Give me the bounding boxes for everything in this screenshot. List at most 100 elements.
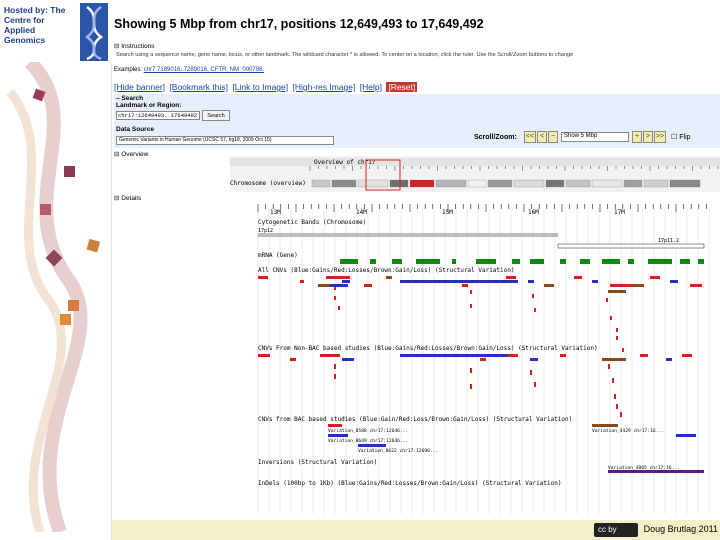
examples-links[interactable]: chr7:7189016..7289016, CFTR, NM_000798.	[144, 67, 264, 73]
cnv-feature	[574, 276, 582, 279]
tcag-logo[interactable]: Hosted by: The Centre for Applied Genomi…	[0, 0, 112, 62]
landmark-label: Landmark or Region:	[116, 102, 182, 109]
cytoband-17p11-2[interactable]	[557, 243, 705, 249]
nonbac-small-feature	[620, 412, 622, 417]
scroll-zoom-label: Scroll/Zoom:	[474, 134, 517, 141]
overview-band	[545, 179, 565, 188]
instructions-text: Search using a sequence name, gene name,…	[116, 52, 574, 58]
overview-band	[357, 179, 389, 188]
cytoband-17p12[interactable]	[258, 233, 558, 237]
bac-feature-1[interactable]	[328, 424, 342, 427]
cnv-small-feature	[338, 306, 340, 310]
all-cnvs-features[interactable]	[258, 276, 702, 352]
nonbac-feature	[342, 358, 354, 361]
ruler-label: 15M	[442, 209, 453, 216]
gene-feature	[392, 259, 402, 264]
cnv-small-feature	[622, 348, 624, 352]
details-panel[interactable]: 13M 14M 15M 16M 17M Cytogenetic Bands (Chrom…	[230, 198, 720, 518]
cnv-feature	[326, 276, 350, 279]
data-source-label: Data Source	[116, 126, 154, 133]
data-source-select[interactable]: Genomic Variants in Human Genome (UCSC 5…	[116, 136, 334, 145]
nonbac-feature	[290, 358, 296, 361]
nonbac-small-feature	[334, 374, 336, 379]
flip-checkbox[interactable]: ☐ Flip	[671, 133, 691, 141]
overview-band	[669, 179, 701, 188]
overview-band	[513, 179, 545, 188]
scroll-left-far-button[interactable]: <<	[524, 131, 536, 143]
cnv-feature	[400, 280, 518, 283]
instructions-toggle[interactable]: ⊟ Instructions	[114, 42, 155, 50]
scroll-right-button[interactable]: >	[643, 131, 653, 143]
link-bar: [Hide banner] [Bookmark this] [Link to I…	[114, 82, 419, 92]
details-toggle[interactable]: ⊟ Details	[114, 194, 141, 202]
gene-feature	[602, 259, 620, 264]
bac-feature-3[interactable]	[358, 444, 386, 447]
cnv-feature	[608, 290, 626, 293]
search-panel: – Search Landmark or Region: chr17:12649…	[114, 94, 720, 148]
overview-band	[435, 179, 467, 188]
gene-feature	[560, 259, 566, 264]
gene-feature	[416, 259, 440, 264]
region-input[interactable]: chr17:12649493..17649492	[116, 111, 200, 120]
cnv-feature	[330, 284, 348, 287]
gene-feature	[648, 259, 672, 264]
overview-band	[389, 179, 409, 188]
sidebar: Hosted by: The Centre for Applied Genomi…	[0, 0, 112, 540]
search-button[interactable]: Search	[202, 110, 230, 121]
cnv-feature	[258, 276, 268, 279]
bac-feature-2[interactable]	[328, 434, 348, 437]
scroll-right-far-button[interactable]: >>	[654, 131, 666, 143]
nonbac-small-feature	[530, 370, 532, 375]
bac-feature-5[interactable]	[676, 434, 696, 437]
hosted-by-text: Hosted by: The Centre for Applied Genomi…	[4, 5, 66, 45]
cnv-feature	[528, 280, 534, 283]
overview-band	[487, 179, 513, 188]
zoom-select[interactable]: Show 5 Mbp	[561, 132, 629, 142]
zoom-out-button[interactable]: −	[548, 131, 558, 143]
overview-toggle[interactable]: ⊟ Overview	[114, 150, 148, 158]
examples-line: Examples: chr7:7189016..7289016, CFTR, N…	[114, 67, 264, 73]
help-link[interactable]: [Help]	[360, 82, 382, 92]
indels-track-label: InDels (100bp to 1Kb) (Blue:Gains/Red:Lo…	[258, 480, 561, 487]
cnv-feature	[690, 284, 702, 287]
nonbac-feature	[666, 358, 672, 361]
nonbac-small-feature	[534, 382, 536, 387]
details-ruler[interactable]: 13M 14M 15M 16M 17M	[257, 204, 707, 216]
link-to-image-link[interactable]: [Link to Image]	[232, 82, 288, 92]
cnv-small-feature	[616, 328, 618, 332]
nonbac-cnv-features[interactable]	[258, 354, 692, 417]
cnv-small-feature	[616, 336, 618, 340]
overview-band	[331, 179, 357, 188]
bac-feature-4[interactable]	[592, 424, 618, 427]
cnv-feature	[318, 284, 332, 287]
hide-banner-link[interactable]: [Hide banner]	[114, 82, 165, 92]
reset-link[interactable]: [Reset]	[386, 82, 418, 92]
scroll-left-button[interactable]: <	[537, 131, 547, 143]
zoom-in-button[interactable]: +	[632, 131, 642, 143]
overview-band	[467, 179, 487, 188]
gene-feature	[628, 259, 634, 264]
high-res-image-link[interactable]: [High-res Image]	[293, 82, 356, 92]
cnv-feature	[364, 284, 372, 287]
gene-feature	[698, 259, 704, 264]
overview-row-label: Chromosome (overview)	[230, 180, 306, 187]
gene-feature	[452, 259, 456, 264]
overview-band	[311, 179, 331, 188]
footer-bar: cc by Doug Brutlag 2011	[112, 520, 720, 540]
gene-feature	[512, 259, 520, 264]
cnv-feature	[506, 276, 516, 279]
nonbac-feature	[480, 358, 486, 361]
nonbac-small-feature	[612, 378, 614, 383]
ruler-label: 17M	[614, 209, 625, 216]
overview-panel[interactable]: Overview of chr17 Chromosome (overview)	[230, 156, 720, 192]
flip-label: Flip	[679, 134, 691, 141]
nonbac-feature	[682, 354, 692, 357]
nonbac-track-label: CNVs From Non-BAC based studies (Blue:Ga…	[258, 345, 598, 352]
cnv-feature	[592, 280, 598, 283]
search-toggle[interactable]: – Search	[116, 95, 143, 102]
cnv-feature	[386, 276, 392, 279]
bac-row-2: Variation_0649 chr17:12646...	[328, 438, 408, 444]
bookmark-link[interactable]: [Bookmark this]	[169, 82, 228, 92]
nonbac-small-feature	[470, 384, 472, 389]
nonbac-small-feature	[334, 364, 336, 369]
